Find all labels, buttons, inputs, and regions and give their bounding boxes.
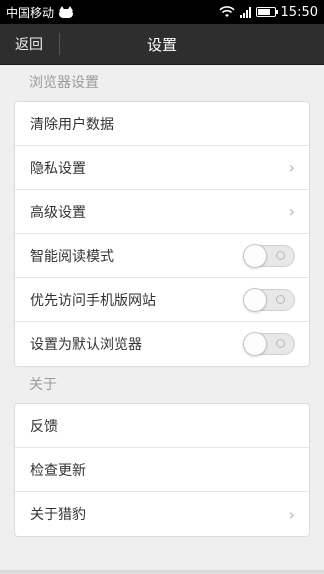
- bottom-edge: [0, 570, 324, 574]
- title-bar: 返回 设置: [0, 24, 324, 65]
- status-bar: 中国移动 15:50: [0, 0, 324, 24]
- item-label: 优先访问手机版网站: [30, 292, 156, 309]
- smart-reading-toggle[interactable]: [243, 243, 295, 268]
- prefer-mobile-site-item: 优先访问手机版网站: [15, 278, 309, 322]
- prefer-mobile-toggle[interactable]: [243, 287, 295, 312]
- item-label: 智能阅读模式: [30, 248, 114, 265]
- back-button[interactable]: 返回: [0, 24, 58, 64]
- item-label: 设置为默认浏览器: [30, 337, 142, 353]
- section-label-about: 关于: [29, 377, 57, 393]
- battery-icon: [255, 7, 278, 17]
- check-update-item[interactable]: 检查更新: [15, 448, 309, 492]
- clock: 15:50: [280, 4, 318, 20]
- item-label: 关于猎豹: [30, 507, 86, 523]
- chevron-right-icon: ›: [288, 202, 295, 221]
- smart-reading-mode-item: 智能阅读模式: [15, 234, 309, 278]
- item-label: 检查更新: [30, 462, 86, 479]
- section-label-browser: 浏览器设置: [29, 75, 99, 91]
- carrier-name: 中国移动: [6, 5, 55, 20]
- set-default-browser-item: 设置为默认浏览器: [15, 322, 309, 366]
- status-left: 中国移动: [6, 4, 74, 21]
- status-right: 15:50: [218, 4, 318, 20]
- clear-user-data-item[interactable]: 清除用户数据: [15, 102, 309, 146]
- page-title: 设置: [146, 35, 177, 54]
- wifi-icon: [218, 6, 235, 17]
- item-label: 高级设置: [30, 204, 86, 221]
- chevron-right-icon: ›: [288, 504, 295, 524]
- browser-settings-card: 清除用户数据 隐私设置 › 高级设置 › 智能阅读模式 优先访问手机版网站 设置…: [14, 101, 310, 367]
- privacy-settings-item[interactable]: 隐私设置 ›: [15, 146, 309, 190]
- item-label: 反馈: [30, 418, 58, 435]
- chevron-right-icon: ›: [288, 158, 295, 177]
- about-card: 反馈 检查更新 关于猎豹 ›: [14, 403, 310, 537]
- feedback-item[interactable]: 反馈: [15, 404, 309, 448]
- default-browser-toggle[interactable]: [243, 332, 295, 356]
- advanced-settings-item[interactable]: 高级设置 ›: [15, 190, 309, 234]
- divider: [59, 33, 60, 55]
- signal-icon: [239, 6, 251, 18]
- item-label: 隐私设置: [30, 160, 86, 177]
- cat-icon: [58, 6, 74, 18]
- item-label: 清除用户数据: [30, 116, 114, 133]
- about-cheetah-item[interactable]: 关于猎豹 ›: [15, 492, 309, 536]
